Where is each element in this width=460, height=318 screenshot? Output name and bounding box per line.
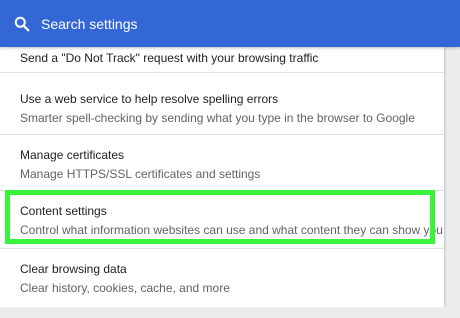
setting-title: Use a web service to help resolve spelli… — [20, 92, 279, 106]
setting-title: Manage certificates — [20, 148, 125, 162]
setting-title: Send a "Do Not Track" request with your … — [20, 51, 319, 65]
divider — [0, 134, 444, 135]
page-background-strip — [0, 307, 460, 318]
settings-page: Send a "Do Not Track" request with your … — [0, 0, 460, 318]
setting-clear-browsing-data[interactable]: Clear browsing data Clear history, cooki… — [20, 261, 440, 296]
settings-header — [0, 0, 460, 47]
setting-description: Clear history, cookies, cache, and more — [20, 281, 230, 295]
setting-title: Clear browsing data — [20, 262, 127, 276]
divider — [0, 190, 444, 191]
search-icon[interactable] — [13, 15, 31, 33]
setting-manage-certificates[interactable]: Manage certificates Manage HTTPS/SSL cer… — [20, 147, 440, 182]
divider — [0, 72, 444, 73]
setting-do-not-track[interactable]: Send a "Do Not Track" request with your … — [20, 50, 440, 66]
setting-description: Smarter spell-checking by sending what y… — [20, 111, 415, 125]
setting-content-settings[interactable]: Content settings Control what informatio… — [20, 203, 443, 238]
setting-title: Content settings — [20, 204, 107, 218]
settings-list: Send a "Do Not Track" request with your … — [0, 47, 444, 307]
setting-description: Manage HTTPS/SSL certificates and settin… — [20, 167, 261, 181]
setting-spelling-service[interactable]: Use a web service to help resolve spelli… — [20, 91, 440, 126]
setting-description: Control what information websites can us… — [20, 223, 443, 237]
divider — [0, 248, 444, 249]
search-input[interactable] — [41, 9, 421, 38]
